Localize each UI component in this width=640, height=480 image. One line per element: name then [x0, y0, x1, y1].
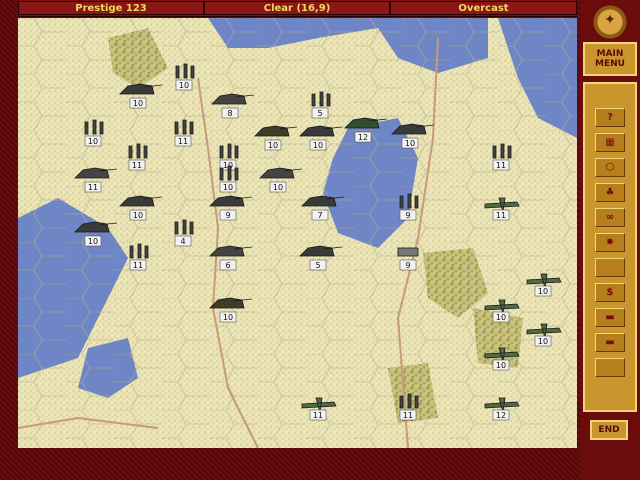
unit-strength: 6 — [225, 261, 230, 270]
unit-sprite-icon — [311, 91, 331, 107]
unit-sprite-icon — [84, 119, 104, 135]
terrain-button[interactable]: ♣ — [595, 183, 625, 202]
unit-strength: 11 — [496, 211, 506, 220]
unit-infantry[interactable]: 11 — [492, 143, 512, 171]
bottom-border — [18, 450, 577, 480]
unit-strength: 9 — [405, 211, 410, 220]
unit-strength: 10 — [313, 141, 323, 150]
unit-infantry[interactable]: 11 — [129, 243, 149, 271]
unit-infantry[interactable]: 9 — [399, 193, 419, 221]
unit-sprite-icon — [174, 119, 194, 135]
button-panel: ? ▦ ⬡ ♣ ∞ ✸ $ ▬ ▬ — [583, 82, 637, 412]
unit-strength: 5 — [315, 261, 320, 270]
unit-list-button[interactable]: ▦ — [595, 133, 625, 152]
unit-infantry[interactable]: 5 — [311, 91, 331, 119]
main-menu-button[interactable]: MAIN MENU — [583, 42, 637, 76]
deploy-button[interactable]: ▬ — [595, 308, 625, 327]
unit-sprite-icon — [219, 143, 239, 159]
next-unit-button[interactable]: ▬ — [595, 333, 625, 352]
unit-strength: 10 — [273, 183, 283, 192]
air-mode-icon: ∞ — [605, 212, 615, 223]
unit-sprite-icon — [397, 247, 419, 257]
weather-coordinates-readout: Clear (16,9) — [204, 1, 390, 15]
deploy-icon: ▬ — [605, 312, 615, 323]
help-icon: ? — [607, 112, 613, 123]
status-bar: Prestige 123 Clear (16,9) Overcast — [18, 0, 577, 17]
unit-infantry[interactable]: 10 — [219, 165, 239, 193]
eagle-emblem-icon: ✦ — [584, 0, 636, 40]
unit-sprite-icon — [175, 63, 195, 79]
hex-grid-icon: ⬡ — [605, 162, 615, 173]
unit-strength: 5 — [317, 109, 322, 118]
unit-sprite-icon — [174, 219, 194, 235]
command-sidebar: ✦ MAIN MENU ? ▦ ⬡ ♣ ∞ ✸ $ ▬ ▬ END — [580, 0, 640, 480]
unit-sprite-icon — [399, 193, 419, 209]
unit-strength: 12 — [358, 133, 368, 142]
unit-strength: 10 — [496, 361, 506, 370]
next-unit-icon: ▬ — [605, 337, 615, 348]
unit-strength: 10 — [223, 313, 233, 322]
unit-sprite-icon — [492, 143, 512, 159]
unit-strength: 10 — [496, 313, 506, 322]
unit-strength: 11 — [313, 411, 323, 420]
unit-sprite-icon — [128, 143, 148, 159]
unit-infantry[interactable]: 4 — [174, 219, 194, 247]
air-mode-button[interactable]: ∞ — [595, 208, 625, 227]
unit-strength: 10 — [538, 287, 548, 296]
help-button[interactable]: ? — [595, 108, 625, 127]
unit-sprite-icon — [399, 393, 419, 409]
sky-condition-readout: Overcast — [390, 1, 577, 15]
unit-strength: 10 — [133, 99, 143, 108]
unit-sprite-icon — [219, 165, 239, 181]
unit-sprite-icon — [129, 243, 149, 259]
unit-strength: 10 — [179, 81, 189, 90]
unit-strength: 10 — [88, 137, 98, 146]
unit-strength: 10 — [268, 141, 278, 150]
purchase-icon: $ — [606, 287, 614, 298]
terrain-icon: ♣ — [605, 187, 615, 198]
unit-list-icon: ▦ — [605, 137, 615, 148]
unit-strength: 9 — [225, 211, 230, 220]
unit-strength: 4 — [180, 237, 185, 246]
unit-strength: 11 — [132, 161, 142, 170]
end-turn-button[interactable]: END — [590, 420, 628, 440]
unit-strength: 11 — [88, 183, 98, 192]
unit-infantry[interactable]: 10 — [84, 119, 104, 147]
unit-infantry[interactable]: 11 — [128, 143, 148, 171]
blank-button-2[interactable] — [595, 358, 625, 377]
unit-strength: 12 — [496, 411, 506, 420]
unit-strength: 9 — [405, 261, 410, 270]
unit-strength: 10 — [133, 211, 143, 220]
hex-map[interactable]: 10 10 8 5 12 10 10 11 11 10 10 10 11 11 10 10 10 9 7 9 11 10 4… — [18, 18, 577, 448]
unit-strength: 10 — [405, 139, 415, 148]
unit-strength: 11 — [178, 137, 188, 146]
unit-strength: 10 — [223, 183, 233, 192]
unit-strength: 7 — [317, 211, 322, 220]
unit-strength: 8 — [227, 109, 232, 118]
unit-infantry[interactable]: 11 — [174, 119, 194, 147]
hex-grid-button[interactable]: ⬡ — [595, 158, 625, 177]
unit-strength: 11 — [133, 261, 143, 270]
unit-strength: 10 — [538, 337, 548, 346]
unit-strength: 11 — [496, 161, 506, 170]
unit-infantry[interactable]: 11 — [399, 393, 419, 421]
end-label: END — [598, 425, 620, 435]
unit-strength: 10 — [88, 237, 98, 246]
prestige-readout: Prestige 123 — [18, 1, 204, 15]
purchase-button[interactable]: $ — [595, 283, 625, 302]
strength-icon: ✸ — [605, 237, 615, 248]
unit-infantry[interactable]: 10 — [175, 63, 195, 91]
strength-button[interactable]: ✸ — [595, 233, 625, 252]
main-menu-label-1: MAIN — [596, 49, 624, 59]
unit-strength: 11 — [403, 411, 413, 420]
main-menu-label-2: MENU — [595, 59, 625, 69]
blank-button-1[interactable] — [595, 258, 625, 277]
